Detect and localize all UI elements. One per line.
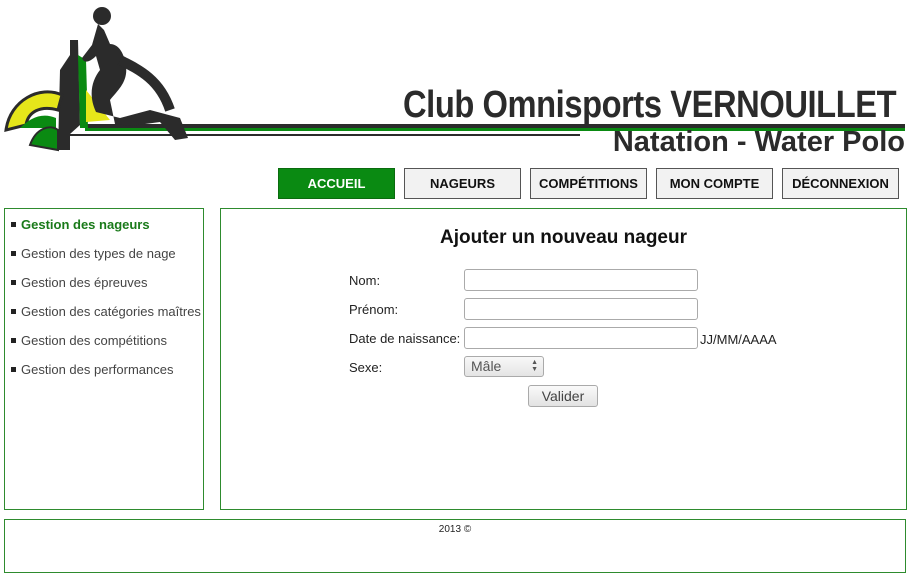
sidebar-item-epreuves[interactable]: Gestion des épreuves [11,275,147,290]
sidebar: Gestion des nageurs Gestion des types de… [4,208,204,510]
sexe-selected-value: Mâle [471,358,502,374]
nav-deconnexion[interactable]: DÉCONNEXION [782,168,899,199]
valider-button[interactable]: Valider [528,385,598,407]
sidebar-item-label: Gestion des nageurs [21,217,150,232]
sidebar-item-nageurs[interactable]: Gestion des nageurs [11,217,150,232]
bullet-icon [11,309,16,315]
sidebar-item-label: Gestion des épreuves [21,275,148,290]
footer: 2013 © [4,519,906,573]
nom-label: Nom: [349,273,381,288]
birth-date-format-hint: JJ/MM/AAAA [700,332,777,347]
sidebar-item-competitions[interactable]: Gestion des compétitions [11,333,167,348]
club-title: Club Omnisports VERNOUILLET [403,84,897,126]
bullet-icon [11,251,16,257]
nom-input[interactable] [464,269,698,291]
club-subtitle: Natation - Water Polo [612,126,905,158]
nav-accueil[interactable]: ACCUEIL [278,168,395,199]
prenom-input[interactable] [464,298,698,320]
sidebar-item-label: Gestion des types de nage [21,246,176,261]
sidebar-item-categories-maitres[interactable]: Gestion des catégories maîtres [11,304,201,319]
nav-competitions[interactable]: COMPÉTITIONS [530,168,647,199]
main-content: Ajouter un nouveau nageur Nom: Prénom: D… [220,208,907,510]
sexe-label: Sexe: [349,360,383,375]
birth-date-input[interactable] [464,327,698,349]
nav-mon-compte[interactable]: MON COMPTE [656,168,773,199]
header: Club Omnisports VERNOUILLET Natation - W… [0,0,911,160]
nav-nageurs[interactable]: NAGEURS [404,168,521,199]
copyright-text: 2013 © [438,524,472,535]
sidebar-item-label: Gestion des performances [21,362,174,377]
sidebar-item-performances[interactable]: Gestion des performances [11,362,173,377]
sidebar-item-label: Gestion des compétitions [21,333,167,348]
sidebar-item-label: Gestion des catégories maîtres [21,304,201,319]
prenom-label: Prénom: [349,302,399,317]
bullet-icon [11,367,16,373]
sidebar-item-types-de-nage[interactable]: Gestion des types de nage [11,246,176,261]
bullet-icon [11,222,16,228]
bullet-icon [11,338,16,344]
select-arrows-icon: ▲ ▼ [531,359,538,373]
sexe-select[interactable]: Mâle ▲ ▼ [464,356,544,377]
form-title: Ajouter un nouveau nageur [439,227,688,248]
birth-date-label: Date de naissance: [349,331,461,346]
bullet-icon [11,280,16,286]
